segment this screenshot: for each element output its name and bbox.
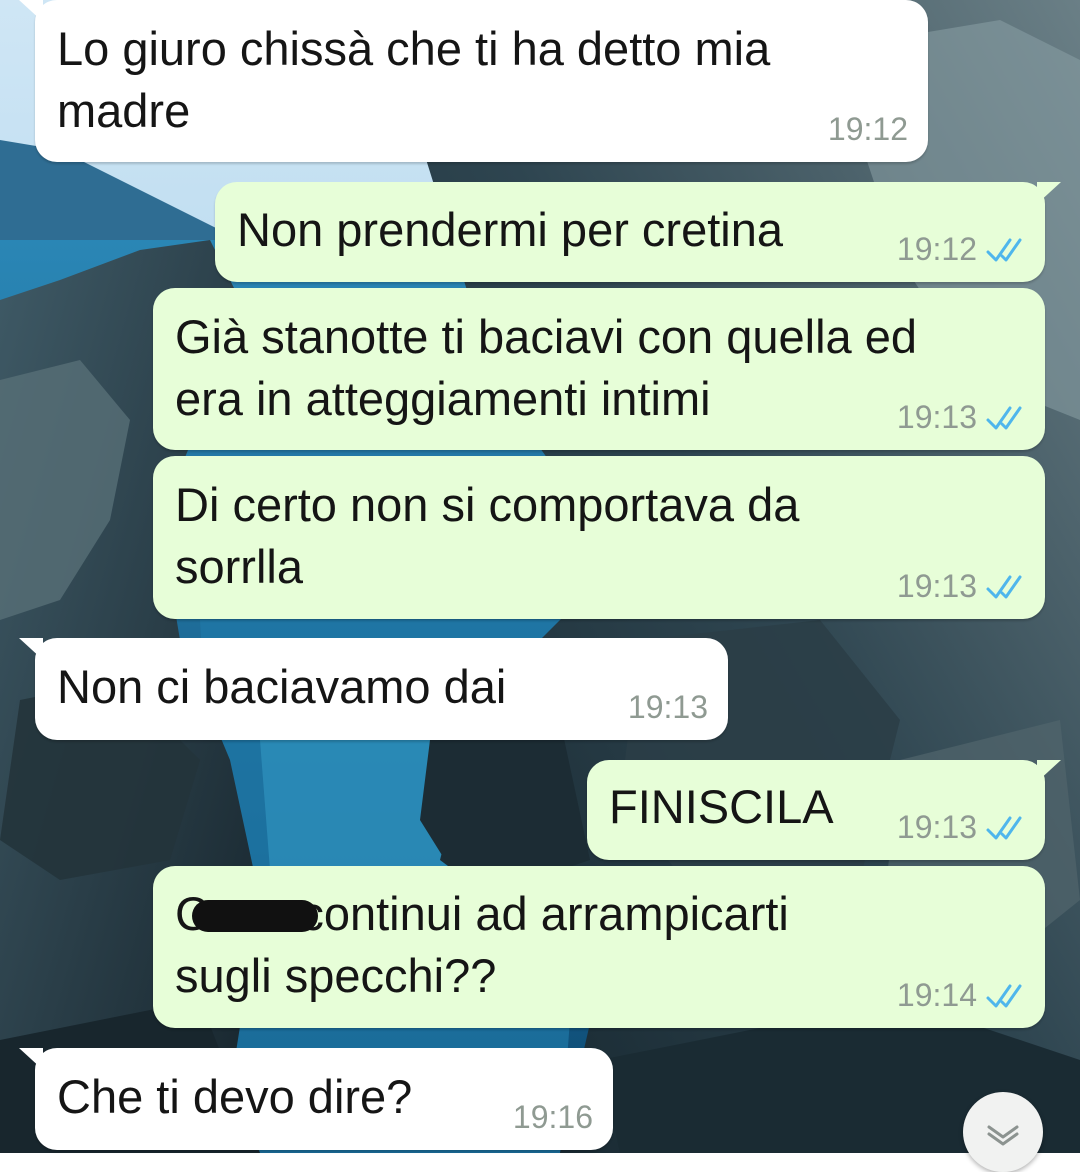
- message-bubble-incoming[interactable]: Lo giuro chissà che ti ha detto mia madr…: [19, 0, 928, 162]
- message-bubble-incoming[interactable]: Non ci baciavamo dai 19:13: [19, 638, 728, 740]
- message-meta: 19:13: [897, 568, 1025, 605]
- message-time: 19:12: [896, 231, 977, 267]
- message-meta: 19:13: [628, 689, 708, 726]
- bubble-tail: [1037, 182, 1061, 204]
- message-time: 19:12: [827, 111, 908, 147]
- chevron-double-down-icon: [987, 1125, 1019, 1146]
- message-bubble-outgoing[interactable]: C ma continui ad arrampicarti sugli spec…: [153, 866, 1045, 1028]
- scroll-to-bottom-button[interactable]: [963, 1092, 1043, 1172]
- message-bubble-outgoing[interactable]: Di certo non si comportava da sorrlla 19…: [153, 456, 1045, 619]
- message-meta: 19:12: [828, 111, 908, 148]
- message-meta: 19:13: [897, 809, 1025, 846]
- message-text: Lo giuro chissà che ti ha detto mia madr…: [57, 22, 771, 137]
- redaction-mark: [192, 900, 318, 932]
- message-time: 19:13: [896, 399, 977, 435]
- bubble-tail: [19, 0, 43, 22]
- message-time: 19:16: [512, 1099, 593, 1135]
- message-meta: 19:12: [897, 231, 1025, 268]
- message-time: 19:13: [627, 689, 708, 725]
- message-time: 19:13: [896, 809, 977, 845]
- message-text: Di certo non si comportava da sorrlla: [175, 478, 800, 593]
- message-text: FINISCILA: [609, 780, 834, 833]
- double-check-icon: [986, 238, 1022, 261]
- bubble-tail: [19, 1048, 43, 1070]
- message-meta: 19:16: [513, 1099, 593, 1136]
- double-check-icon: [986, 406, 1022, 429]
- message-bubble-outgoing[interactable]: Non prendermi per cretina 19:12: [215, 182, 1061, 282]
- message-meta: 19:14: [897, 977, 1025, 1014]
- message-text: Che ti devo dire?: [57, 1070, 413, 1123]
- double-check-icon: [986, 984, 1022, 1007]
- message-text: Non prendermi per cretina: [237, 203, 783, 256]
- message-bubble-incoming[interactable]: Che ti devo dire? 19:16: [19, 1048, 613, 1150]
- message-text: Non ci baciavamo dai: [57, 660, 507, 713]
- double-check-icon: [986, 816, 1022, 839]
- message-bubble-outgoing[interactable]: Già stanotte ti baciavi con quella ed er…: [153, 288, 1045, 450]
- double-check-icon: [986, 575, 1022, 598]
- message-text: Già stanotte ti baciavi con quella ed er…: [175, 310, 918, 425]
- message-meta: 19:13: [897, 399, 1025, 436]
- message-time: 19:14: [896, 977, 977, 1013]
- bubble-tail: [1037, 760, 1061, 782]
- bubble-tail: [19, 638, 43, 660]
- message-bubble-outgoing[interactable]: FINISCILA 19:13: [587, 760, 1061, 860]
- message-time: 19:13: [896, 568, 977, 604]
